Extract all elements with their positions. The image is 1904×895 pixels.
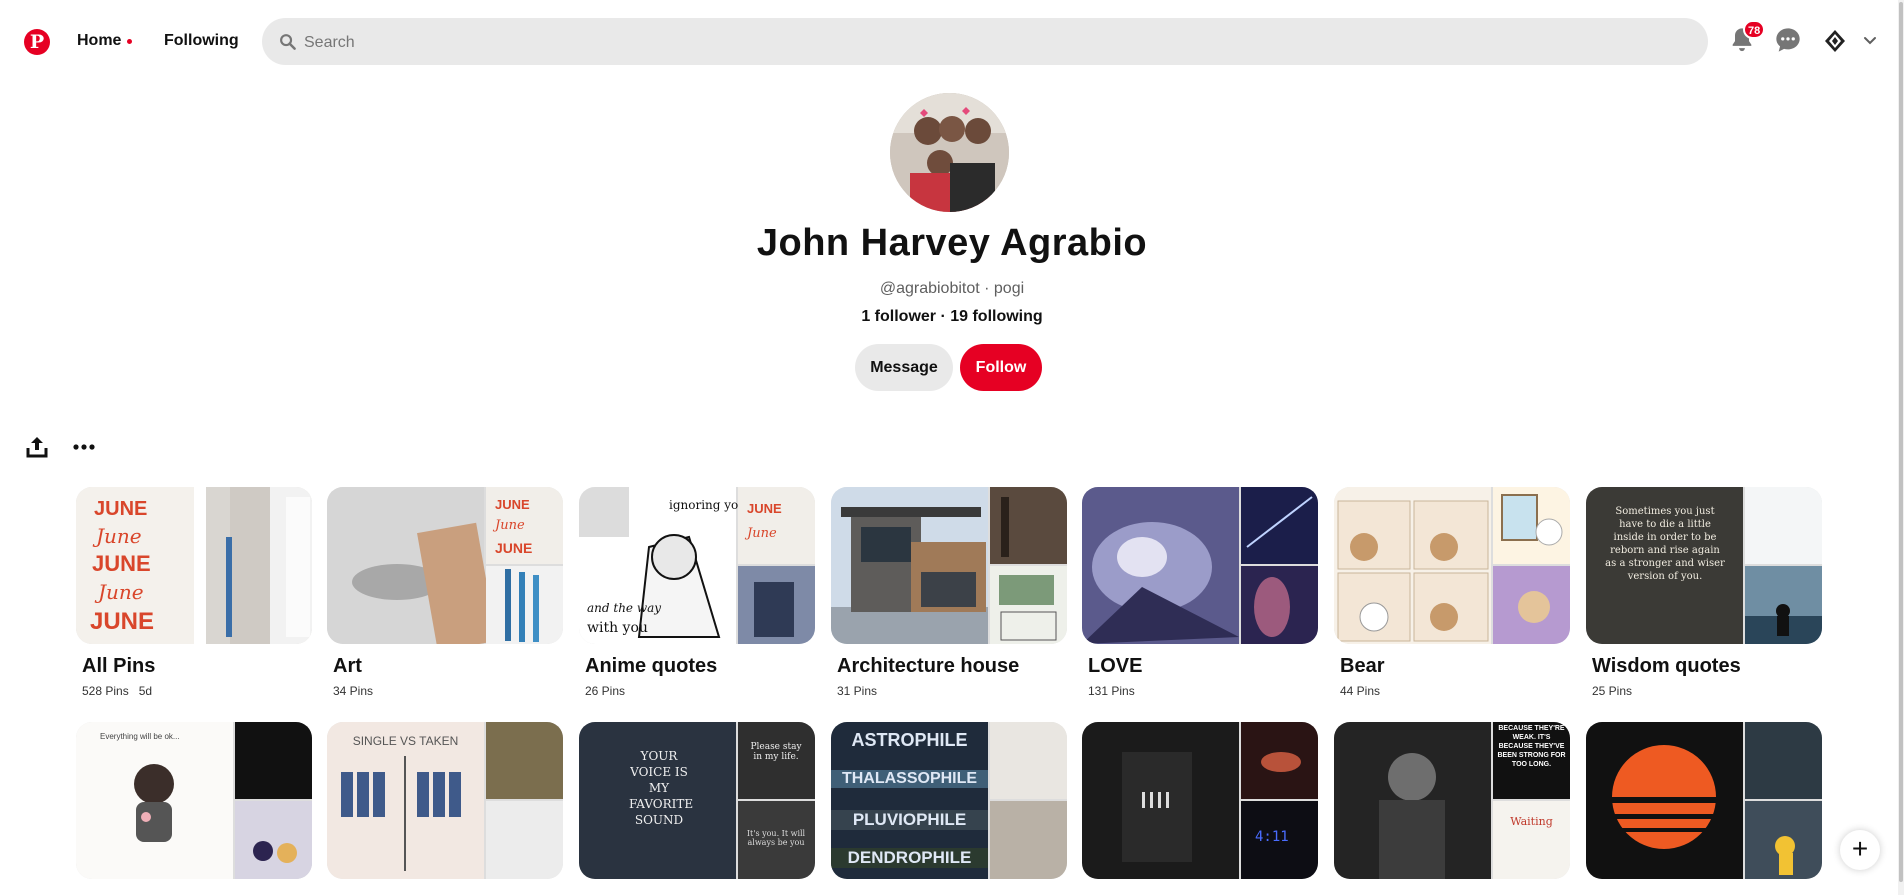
board-card-love[interactable]: LOVE 131 Pins bbox=[1082, 487, 1318, 698]
board-card-row2-1[interactable]: Everything will be ok... bbox=[76, 722, 312, 879]
board-pin-count: 26 Pins bbox=[585, 684, 626, 698]
board-cover[interactable]: ASTROPHILE THALASSOPHILE PLUVIOPHILE DEN… bbox=[831, 722, 1067, 879]
board-title: Art bbox=[333, 655, 362, 677]
board-meta: 34 Pins bbox=[333, 684, 563, 698]
board-card-row2-6[interactable]: BECAUSE THEY'RE WEAK. IT'S BECAUSE THEY'… bbox=[1334, 722, 1570, 879]
svg-text:JUNE: JUNE bbox=[92, 551, 151, 576]
cover-text-voice: YOUR VOICE IS MY FAVORITE SOUND bbox=[629, 749, 694, 827]
search-input[interactable] bbox=[302, 18, 1686, 67]
plus-icon[interactable]: + bbox=[1840, 830, 1880, 870]
svg-text:JUNE: JUNE bbox=[495, 497, 530, 512]
home-unread-dot bbox=[127, 39, 132, 44]
board-cover[interactable]: JUNE June JUNE bbox=[327, 487, 563, 644]
board-cover[interactable]: YOUR VOICE IS MY FAVORITE SOUND Please s… bbox=[579, 722, 815, 879]
svg-text:and the way: and the way bbox=[587, 601, 661, 615]
svg-text:June: June bbox=[744, 526, 777, 541]
board-title: LOVE bbox=[1088, 655, 1143, 677]
board-title: Wisdom quotes bbox=[1592, 655, 1741, 677]
chevron-down-icon[interactable] bbox=[1862, 32, 1878, 48]
cover-text-waiting: Waiting bbox=[1510, 815, 1553, 828]
board-title: Bear bbox=[1340, 655, 1385, 677]
svg-text:JUNE: JUNE bbox=[90, 608, 154, 635]
top-navigation: P Home Following 78 bbox=[0, 0, 1904, 84]
board-card-art[interactable]: JUNE June JUNE Art 34 Pins bbox=[327, 487, 563, 698]
scrollbar-thumb[interactable] bbox=[1899, 2, 1903, 882]
board-card-row2-2[interactable]: SINGLE VS TAKEN bbox=[327, 722, 563, 879]
svg-text:June: June bbox=[92, 524, 142, 548]
board-updated: 5d bbox=[138, 684, 153, 698]
board-card-row2-7[interactable] bbox=[1586, 722, 1822, 879]
cover-text-thalassophile: THALASSOPHILE bbox=[831, 770, 988, 788]
board-cover[interactable]: ignoring you and the way with you JUNE J… bbox=[579, 487, 815, 644]
cover-text-please-stay: Please stay in my life. bbox=[750, 742, 802, 762]
cover-text-june: JUNE bbox=[94, 498, 147, 520]
account-avatar[interactable] bbox=[1821, 27, 1849, 55]
board-cover[interactable]: Everything will be ok... bbox=[76, 722, 312, 879]
pinterest-logo[interactable]: P bbox=[24, 29, 50, 55]
board-cover[interactable]: SINGLE VS TAKEN bbox=[327, 722, 563, 879]
board-meta: 26 Pins bbox=[585, 684, 815, 698]
nav-home-link[interactable]: Home bbox=[77, 32, 121, 50]
svg-text:JUNE: JUNE bbox=[495, 540, 532, 556]
cover-text-pluviophile: PLUVIOPHILE bbox=[831, 810, 988, 830]
board-card-row2-5[interactable]: 4:11 bbox=[1082, 722, 1318, 879]
board-cover[interactable] bbox=[1082, 487, 1318, 644]
board-pin-count: 34 Pins bbox=[333, 684, 374, 698]
svg-text:JUNE: JUNE bbox=[747, 501, 782, 516]
more-icon[interactable] bbox=[71, 434, 97, 460]
board-title: All Pins bbox=[82, 655, 156, 677]
cover-text-dendrophile: DENDROPHILE bbox=[831, 848, 988, 868]
svg-text:June: June bbox=[94, 580, 144, 604]
profile-follow-stats[interactable]: 1 follower · 19 following bbox=[0, 308, 1904, 326]
svg-text:June: June bbox=[492, 518, 525, 533]
cover-text-wisdom: Sometimes you just have to die a little … bbox=[1605, 506, 1725, 582]
board-meta: 131 Pins bbox=[1088, 684, 1318, 698]
board-card-all-pins[interactable]: JUNE June JUNE June JUNE All Pins 528 Pi… bbox=[76, 487, 312, 698]
board-cover[interactable] bbox=[831, 487, 1067, 644]
board-cover[interactable]: BECAUSE THEY'RE WEAK. IT'S BECAUSE THEY'… bbox=[1334, 722, 1570, 879]
board-pin-count: 528 Pins bbox=[82, 684, 129, 698]
board-cover[interactable]: Sometimes you just have to die a little … bbox=[1586, 487, 1822, 644]
board-pin-count: 31 Pins bbox=[837, 684, 878, 698]
board-pin-count: 131 Pins bbox=[1088, 684, 1135, 698]
search-bar[interactable] bbox=[262, 18, 1708, 67]
board-card-row2-4[interactable]: ASTROPHILE THALASSOPHILE PLUVIOPHILE DEN… bbox=[831, 722, 1067, 879]
message-button[interactable]: Message bbox=[855, 344, 953, 391]
search-icon bbox=[280, 34, 296, 50]
board-card-architecture-house[interactable]: Architecture house 31 Pins bbox=[831, 487, 1067, 698]
board-card-anime-quotes[interactable]: ignoring you and the way with you JUNE J… bbox=[579, 487, 815, 698]
board-meta: 528 Pins 5d bbox=[82, 684, 312, 698]
board-card-row2-3[interactable]: YOUR VOICE IS MY FAVORITE SOUND Please s… bbox=[579, 722, 815, 879]
board-cover[interactable]: JUNE June JUNE June JUNE bbox=[76, 487, 312, 644]
svg-text:4:11: 4:11 bbox=[1255, 829, 1289, 845]
cover-text-astrophile: ASTROPHILE bbox=[851, 730, 968, 750]
chat-icon[interactable] bbox=[1774, 26, 1802, 54]
svg-text:with you: with you bbox=[587, 620, 648, 636]
notification-badge: 78 bbox=[1743, 20, 1766, 39]
cover-text-always-you: It's you. It will always be you bbox=[746, 829, 806, 847]
board-title: Anime quotes bbox=[585, 655, 718, 677]
board-cover[interactable]: 4:11 bbox=[1082, 722, 1318, 879]
board-cover[interactable] bbox=[1586, 722, 1822, 879]
board-cover[interactable] bbox=[1334, 487, 1570, 644]
board-pin-count: 44 Pins bbox=[1340, 684, 1381, 698]
cover-text-because: BECAUSE THEY'RE WEAK. IT'S BECAUSE THEY'… bbox=[1497, 725, 1566, 768]
profile-name: John Harvey Agrabio bbox=[756, 222, 1148, 264]
board-card-bear[interactable]: Bear 44 Pins bbox=[1334, 487, 1570, 698]
board-pin-count: 25 Pins bbox=[1592, 684, 1633, 698]
nav-following-link[interactable]: Following bbox=[164, 32, 239, 50]
board-meta: 31 Pins bbox=[837, 684, 1067, 698]
follow-button[interactable]: Follow bbox=[960, 344, 1042, 391]
profile-handle: @agrabiobitot · pogi bbox=[879, 280, 1025, 297]
profile-avatar bbox=[890, 93, 1009, 212]
board-meta: 25 Pins bbox=[1592, 684, 1822, 698]
share-icon[interactable] bbox=[24, 434, 50, 460]
board-card-wisdom-quotes[interactable]: Sometimes you just have to die a little … bbox=[1586, 487, 1822, 698]
board-meta: 44 Pins bbox=[1340, 684, 1570, 698]
board-title: Architecture house bbox=[837, 655, 1020, 677]
cover-text-ignoring: ignoring you bbox=[669, 498, 746, 512]
